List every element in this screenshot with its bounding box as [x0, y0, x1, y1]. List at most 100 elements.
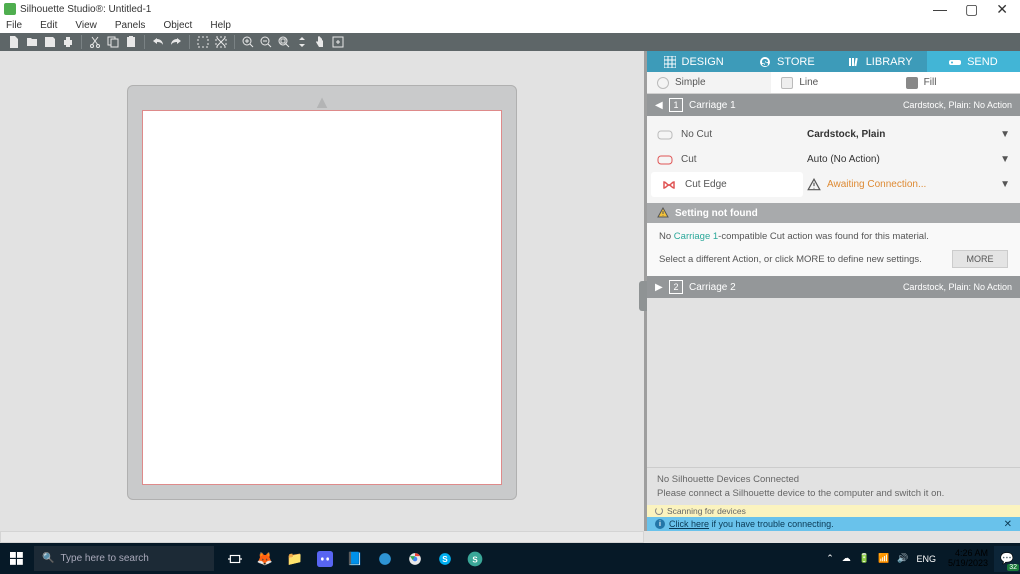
app-logo-icon: [4, 3, 16, 15]
action-label: Cut: [681, 154, 697, 165]
silhouette-app-icon[interactable]: S: [460, 543, 490, 574]
action-cut-edge[interactable]: Cut Edge: [651, 172, 803, 197]
subtab-label: Fill: [924, 77, 937, 88]
carriage-info: Cardstock, Plain: No Action: [903, 100, 1012, 110]
fit-page-icon[interactable]: [330, 34, 346, 50]
title-bar: Silhouette Studio®: Untitled-1 — ▢ ✕: [0, 0, 1020, 18]
fill-icon: [906, 77, 918, 89]
tab-send[interactable]: SEND: [927, 51, 1020, 72]
start-button[interactable]: [0, 543, 34, 574]
menu-panels[interactable]: Panels: [115, 20, 146, 31]
close-help-icon[interactable]: ✕: [1004, 519, 1012, 530]
tab-library[interactable]: LIBRARY: [834, 51, 927, 72]
menu-help[interactable]: Help: [210, 20, 231, 31]
skype-icon[interactable]: S: [430, 543, 460, 574]
circle-icon: [657, 77, 669, 89]
help-link[interactable]: Click here: [669, 519, 709, 529]
subtab-label: Simple: [675, 77, 706, 88]
tool-dropdown[interactable]: Awaiting Connection... ▼: [807, 172, 1010, 197]
subtab-simple[interactable]: Simple: [647, 72, 771, 93]
menu-view[interactable]: View: [75, 20, 97, 31]
carriage-1-body: No Cut Cut Cut Edge Cardstock, Plain ▼: [647, 116, 1020, 203]
tray-chevron-icon[interactable]: ⌃: [826, 553, 834, 564]
zoom-in-icon[interactable]: [240, 34, 256, 50]
tab-store[interactable]: STORE: [740, 51, 833, 72]
redo-icon[interactable]: [168, 34, 184, 50]
task-view-icon[interactable]: [220, 543, 250, 574]
carriage-2-header[interactable]: ▶ 2 Carriage 2 Cardstock, Plain: No Acti…: [647, 276, 1020, 298]
system-tray[interactable]: ⌃ ☁ 🔋 📶 🔊 ENG: [820, 553, 942, 564]
mode-dropdown[interactable]: Auto (No Action) ▼: [807, 147, 1010, 172]
cutedge-icon: [661, 179, 677, 191]
tab-label: STORE: [777, 56, 815, 68]
carriage-title: Carriage 1: [689, 100, 736, 111]
file-explorer-icon[interactable]: 📁: [280, 543, 310, 574]
help-bar: i Click here if you have trouble connect…: [647, 517, 1020, 531]
edge-icon[interactable]: [370, 543, 400, 574]
action-no-cut[interactable]: No Cut: [647, 122, 807, 147]
more-button[interactable]: MORE: [952, 250, 1008, 268]
action-cut[interactable]: Cut: [647, 147, 807, 172]
menu-object[interactable]: Object: [163, 20, 192, 31]
design-area[interactable]: [142, 110, 502, 485]
zoom-select-icon[interactable]: [276, 34, 292, 50]
print-icon[interactable]: [60, 34, 76, 50]
language-indicator[interactable]: ENG: [916, 554, 936, 564]
carriage-number: 1: [669, 98, 683, 112]
menu-bar: File Edit View Panels Object Help: [0, 18, 1020, 33]
panel-resize-grip[interactable]: [639, 281, 647, 311]
svg-text:S: S: [472, 555, 478, 564]
menu-edit[interactable]: Edit: [40, 20, 57, 31]
undo-icon[interactable]: [150, 34, 166, 50]
wifi-icon[interactable]: 📶: [878, 553, 889, 564]
chevron-down-icon: ▼: [1000, 129, 1010, 140]
new-file-icon[interactable]: [6, 34, 22, 50]
canvas-area[interactable]: ▲: [0, 51, 644, 531]
zoom-fit-icon[interactable]: [294, 34, 310, 50]
tab-label: DESIGN: [682, 56, 724, 68]
carriage-1-header[interactable]: ◀ 1 Carriage 1 Cardstock, Plain: No Acti…: [647, 94, 1020, 116]
zoom-out-icon[interactable]: [258, 34, 274, 50]
notif-badge: 32: [1007, 564, 1019, 571]
select-icon[interactable]: [195, 34, 211, 50]
carriage-link[interactable]: Carriage 1: [674, 231, 718, 242]
chevron-down-icon: ▼: [1000, 179, 1010, 190]
line-icon: [781, 77, 793, 89]
battery-icon[interactable]: 🔋: [859, 553, 870, 564]
carriage-title: Carriage 2: [689, 282, 736, 293]
library-icon: [848, 56, 860, 68]
minimize-button[interactable]: —: [933, 1, 947, 17]
material-dropdown[interactable]: Cardstock, Plain ▼: [807, 122, 1010, 147]
chrome-icon[interactable]: [400, 543, 430, 574]
grid-icon: [664, 56, 676, 68]
open-file-icon[interactable]: [24, 34, 40, 50]
taskbar-app-1[interactable]: 🦊: [250, 543, 280, 574]
tab-label: LIBRARY: [866, 56, 913, 68]
cut-icon[interactable]: [87, 34, 103, 50]
material-label: Cardstock, Plain: [807, 129, 1000, 140]
horizontal-scrollbar[interactable]: [0, 531, 1020, 543]
discord-icon[interactable]: [310, 543, 340, 574]
tab-design[interactable]: DESIGN: [647, 51, 740, 72]
onedrive-icon[interactable]: ☁: [842, 553, 851, 564]
paste-icon[interactable]: [123, 34, 139, 50]
copy-icon[interactable]: [105, 34, 121, 50]
cut-action-icon: [657, 154, 673, 166]
taskbar-clock[interactable]: 4:26 AM 5/19/2023: [942, 549, 994, 569]
save-icon[interactable]: [42, 34, 58, 50]
status-line: Please connect a Silhouette device to th…: [657, 488, 1010, 499]
taskbar-search[interactable]: 🔍 Type here to search: [34, 546, 214, 571]
pan-icon[interactable]: [312, 34, 328, 50]
warn-text: No: [659, 231, 674, 242]
notification-center[interactable]: 💬32: [994, 546, 1020, 572]
taskbar-app-2[interactable]: 📘: [340, 543, 370, 574]
subtab-fill[interactable]: Fill: [896, 72, 1020, 93]
deselect-icon[interactable]: [213, 34, 229, 50]
close-button[interactable]: ✕: [996, 1, 1008, 18]
volume-icon[interactable]: 🔊: [897, 553, 908, 564]
menu-file[interactable]: File: [6, 20, 22, 31]
mode-label: Auto (No Action): [807, 154, 1000, 165]
carriage-number: 2: [669, 280, 683, 294]
subtab-line[interactable]: Line: [771, 72, 895, 93]
maximize-button[interactable]: ▢: [965, 1, 978, 18]
